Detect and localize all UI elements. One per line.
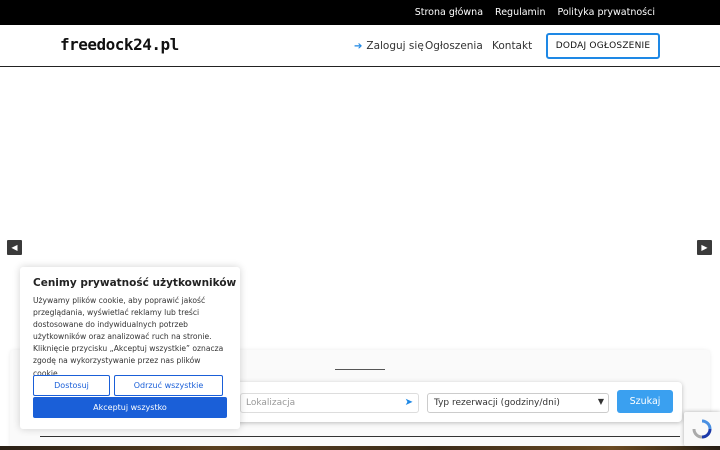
customize-button[interactable]: Dostosuj: [33, 375, 110, 396]
link-terms[interactable]: Regulamin: [495, 7, 545, 18]
hero-image: [0, 446, 720, 450]
reject-all-button[interactable]: Odrzuć wszystkie: [114, 375, 223, 396]
top-bar: Strona główna Regulamin Polityka prywatn…: [0, 0, 720, 25]
login-label: Zaloguj się: [366, 40, 424, 52]
reservation-type-value: Typ rezerwacji (godziny/dni): [434, 398, 560, 408]
chevron-right-icon: ▶: [701, 243, 708, 252]
link-privacy-policy[interactable]: Polityka prywatności: [557, 7, 655, 18]
accept-all-button[interactable]: Akceptuj wszystko: [33, 397, 227, 418]
slider-next-button[interactable]: ▶: [697, 240, 712, 255]
site-header: freedock24.pl ➔ Zaloguj się Ogłoszenia K…: [0, 25, 720, 67]
chevron-down-icon: ▼: [597, 397, 604, 406]
slider-prev-button[interactable]: ◀: [7, 240, 22, 255]
reservation-type-select[interactable]: Typ rezerwacji (godziny/dni) ▼: [427, 393, 609, 413]
nav-contact[interactable]: Kontakt: [492, 25, 532, 67]
location-arrow-icon[interactable]: ➤: [405, 397, 413, 408]
cookie-text: Używamy plików cookie, aby poprawić jako…: [33, 296, 224, 378]
cookie-consent-banner: Cenimy prywatność użytkowników Używamy p…: [20, 267, 240, 429]
sign-in-icon: ➔: [354, 40, 363, 52]
search-button[interactable]: Szukaj: [617, 390, 673, 413]
nav-listings[interactable]: Ogłoszenia: [425, 25, 483, 67]
cookie-title: Cenimy prywatność użytkowników: [33, 277, 237, 289]
location-placeholder: Lokalizacja: [246, 398, 296, 408]
recaptcha-icon: [692, 419, 712, 439]
login-link[interactable]: ➔ Zaloguj się: [354, 25, 424, 67]
divider: [335, 369, 385, 370]
site-logo[interactable]: freedock24.pl: [60, 35, 179, 54]
divider: [40, 436, 680, 437]
location-input[interactable]: Lokalizacja ➤: [240, 393, 419, 413]
add-listing-button[interactable]: DODAJ OGŁOSZENIE: [546, 33, 660, 59]
recaptcha-badge[interactable]: [684, 412, 720, 446]
link-home[interactable]: Strona główna: [415, 7, 483, 18]
chevron-left-icon: ◀: [11, 243, 18, 252]
